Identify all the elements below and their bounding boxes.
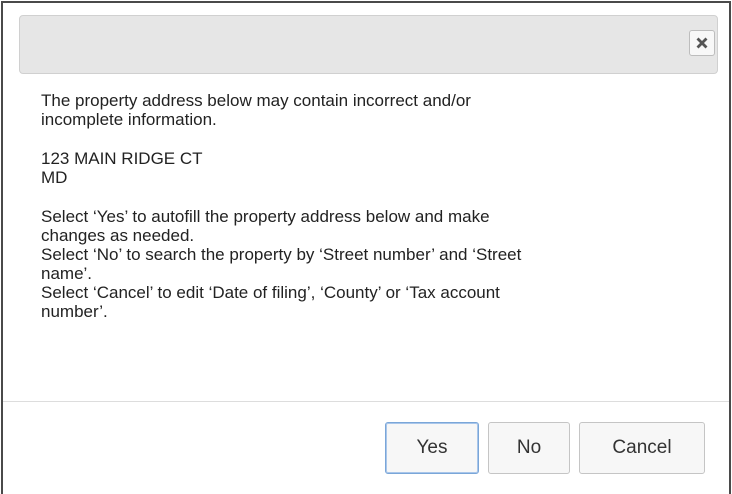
instruction-line-6: number’. — [41, 302, 108, 321]
message-intro-line-2: incomplete information. — [41, 110, 217, 129]
cancel-button[interactable]: Cancel — [579, 422, 705, 474]
no-button[interactable]: No — [488, 422, 570, 474]
address-line-2: MD — [41, 168, 68, 187]
dialog-titlebar — [19, 15, 718, 74]
dialog: The property address below may contain i… — [1, 1, 731, 494]
instruction-line-5: Select ‘Cancel’ to edit ‘Date of filing’… — [41, 283, 500, 302]
yes-button[interactable]: Yes — [385, 422, 479, 474]
instruction-line-4: name’. — [41, 264, 93, 283]
footer-divider — [3, 401, 729, 402]
close-icon — [696, 37, 708, 49]
close-button[interactable] — [689, 30, 715, 56]
instruction-line-2: changes as needed. — [41, 226, 195, 245]
instruction-line-1: Select ‘Yes’ to autofill the property ad… — [41, 207, 490, 226]
instruction-line-3: Select ‘No’ to search the property by ‘S… — [41, 245, 522, 264]
dialog-message: The property address below may contain i… — [41, 91, 701, 321]
message-intro-line-1: The property address below may contain i… — [41, 91, 471, 110]
address-line-1: 123 MAIN RIDGE CT — [41, 149, 203, 168]
